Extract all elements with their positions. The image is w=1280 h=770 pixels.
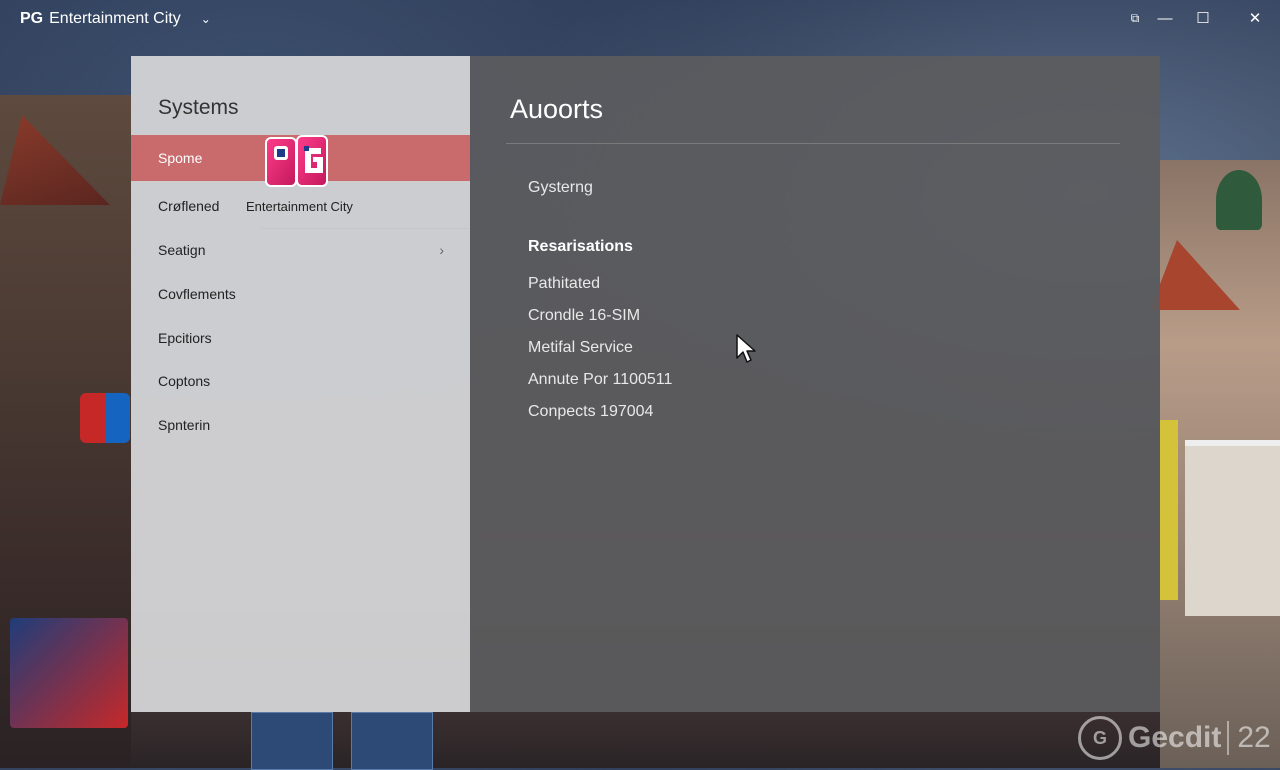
background-pole [1160,420,1178,600]
sidebar-item-label: Coptons [158,373,211,389]
compact-overlay-button[interactable]: ⧉ [1118,6,1152,30]
list-item[interactable]: Crondle 16-SIM [528,307,640,325]
watermark-number: 22 [1227,721,1271,755]
app-title[interactable]: PG Entertainment City ⌄ [20,10,211,28]
list-item[interactable]: Conpects 197004 [528,403,653,421]
settings-window: Systems Spome Crøflened Seatign › Covfle… [131,56,1160,712]
background-building-right [1150,160,1280,768]
maximize-button[interactable]: ☐ [1186,6,1220,30]
watermark-logo-icon: G [1078,716,1122,760]
close-button[interactable]: ✕ [1238,6,1272,30]
logo-caption: Entertainment City [246,199,353,214]
sidebar-item-label: Crøflened [158,198,220,214]
background-roof [0,115,110,205]
content-subheading[interactable]: Gysterng [528,179,593,197]
title-bar: PG Entertainment City ⌄ ⧉ — ☐ ✕ [0,0,1280,38]
sidebar-heading: Systems [158,96,239,119]
section-title: Resarisations [528,238,633,255]
background-billboard [10,618,128,728]
background-sign-badge [80,393,130,443]
background-shop-sign [251,712,333,770]
divider [506,143,1120,144]
list-item[interactable]: Metifal Service [528,339,633,357]
sidebar-item-label: Spome [158,150,203,166]
watermark-brand: Gecdit [1128,721,1222,754]
sidebar-item-spnterin[interactable]: Spnterin [131,402,470,448]
background-roof-right [1150,240,1240,310]
background-shop-sign [351,712,433,770]
chevron-down-icon[interactable]: ⌄ [201,12,211,26]
watermark: G Gecdit 22 [1078,716,1271,760]
mouse-cursor-icon [736,334,756,363]
list-item[interactable]: Pathitated [528,275,600,293]
background-dome [1216,170,1262,230]
chevron-right-icon: › [439,242,444,258]
pg-logo-icon [265,135,328,187]
sidebar-item-covflements[interactable]: Covflements [131,271,470,317]
content-pane: Auoorts Gysterng Resarisations Pathitate… [470,56,1160,712]
app-title-prefix: PG [20,10,44,27]
background-house [1185,440,1280,616]
sidebar-item-epcitiors[interactable]: Epcitiors [131,315,470,361]
content-heading: Auoorts [510,94,604,124]
minimize-button[interactable]: — [1148,6,1182,30]
background-street [131,712,1160,770]
sidebar-item-coptons[interactable]: Coptons [131,358,470,404]
sidebar-item-label: Covflements [158,286,236,302]
sidebar: Systems Spome Crøflened Seatign › Covfle… [131,56,470,712]
list-item[interactable]: Annute Por 1100511 [528,371,672,389]
sidebar-item-seatign[interactable]: Seatign › [131,227,470,273]
sidebar-item-label: Seatign [158,242,206,258]
sidebar-item-label: Epcitiors [158,330,212,346]
app-title-text: Entertainment City [49,10,181,27]
background-building-left [0,95,131,768]
sidebar-item-label: Spnterin [158,417,211,433]
